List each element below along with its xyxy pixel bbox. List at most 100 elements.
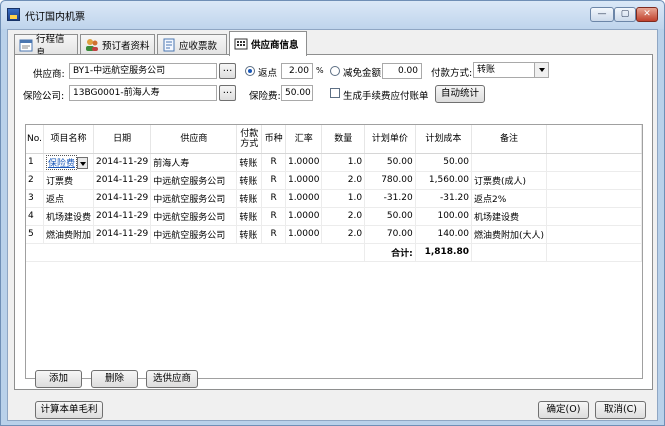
cell-cost[interactable]: 50.00 — [415, 153, 472, 172]
cell-rate[interactable]: 1.0000 — [285, 189, 323, 208]
table-row[interactable]: 3 返点 2014-11-29 中远航空服务公司 转账 R 1.0000 1.0… — [26, 189, 642, 208]
cell-pay[interactable]: 转账 — [236, 207, 263, 226]
calc-margin-button[interactable]: 计算本单毛利 — [35, 401, 103, 419]
cell-note[interactable] — [471, 153, 548, 172]
chevron-down-icon[interactable] — [534, 63, 548, 77]
cell-qty[interactable]: 2.0 — [321, 225, 366, 244]
cell-price[interactable]: 50.00 — [364, 207, 416, 226]
insurance-fee-field[interactable]: 50.00 — [281, 85, 313, 101]
title-bar[interactable]: 代订国内机票 — ▢ ✕ — [1, 1, 664, 29]
cell-date[interactable]: 2014-11-29 — [93, 207, 152, 226]
cell-note[interactable]: 机场建设费 — [471, 207, 548, 226]
cell-price[interactable]: 70.00 — [364, 225, 416, 244]
col-header-date[interactable]: 日期 — [93, 125, 152, 154]
discount-radio[interactable] — [330, 66, 340, 76]
tab-receivable[interactable]: 应收票款 — [157, 34, 227, 55]
col-header-currency[interactable]: 币种 — [261, 125, 286, 154]
table-row[interactable]: 1 保险费 2014-11-29 前海人寿 转账 R 1.0000 1.0 50… — [26, 153, 642, 172]
rebate-radio[interactable] — [245, 66, 255, 76]
cell-price[interactable]: 50.00 — [364, 153, 416, 172]
cell-date[interactable]: 2014-11-29 — [93, 171, 152, 190]
cell-rate[interactable]: 1.0000 — [285, 225, 323, 244]
dialog-window: 代订国内机票 — ▢ ✕ 行程信息 预订者资料 应收票款 — [0, 0, 665, 426]
cell-pay[interactable]: 转账 — [236, 189, 263, 208]
cell-currency[interactable]: R — [261, 189, 286, 208]
cell-no: 4 — [26, 207, 44, 226]
cell-item-editor[interactable]: 保险费 — [43, 153, 94, 172]
cell-note[interactable]: 燃油费附加(大人) — [471, 225, 548, 244]
cell-currency[interactable]: R — [261, 225, 286, 244]
cell-rate[interactable]: 1.0000 — [285, 171, 323, 190]
cell-qty[interactable]: 2.0 — [321, 207, 366, 226]
delete-button[interactable]: 删除 — [91, 370, 138, 388]
rebate-field[interactable]: 2.00 — [281, 63, 313, 79]
receivable-icon — [162, 38, 176, 52]
insurer-field[interactable]: 13BG0001-前海人寿 — [69, 85, 217, 101]
cell-pay[interactable]: 转账 — [236, 171, 263, 190]
cell-item[interactable]: 机场建设费 — [43, 207, 94, 226]
col-header-pay[interactable]: 付款 方式 — [236, 125, 263, 154]
tab-supplier[interactable]: 供应商信息 — [229, 31, 307, 56]
tab-booker[interactable]: 预订者资料 — [80, 34, 155, 55]
insurer-browse-button[interactable]: ... — [219, 85, 236, 101]
select-supplier-button[interactable]: 选供应商 — [146, 370, 198, 388]
col-header-price[interactable]: 计划单价 — [364, 125, 416, 154]
table-row[interactable]: 2 订票费 2014-11-29 中远航空服务公司 转账 R 1.0000 2.… — [26, 171, 642, 190]
supplier-field[interactable]: BY1-中远航空服务公司 — [69, 63, 217, 79]
cell-currency[interactable]: R — [261, 153, 286, 172]
tab-itinerary[interactable]: 行程信息 — [14, 34, 78, 59]
col-header-no[interactable]: No. — [26, 125, 44, 154]
cell-cost[interactable]: 1,560.00 — [415, 171, 472, 190]
cell-rate[interactable]: 1.0000 — [285, 207, 323, 226]
add-button[interactable]: 添加 — [35, 370, 82, 388]
cell-currency[interactable]: R — [261, 207, 286, 226]
cell-item[interactable]: 燃油费附加 — [43, 225, 94, 244]
cell-item[interactable]: 返点 — [43, 189, 94, 208]
cell-cost[interactable]: -31.20 — [415, 189, 472, 208]
cell-item[interactable]: 保险费 — [45, 154, 77, 170]
col-header-note[interactable]: 备注 — [471, 125, 548, 154]
payment-select[interactable]: 转账 — [473, 62, 549, 78]
close-button[interactable]: ✕ — [636, 7, 658, 22]
cancel-button[interactable]: 取消(C) — [595, 401, 646, 419]
col-header-item[interactable]: 项目名称 — [43, 125, 94, 154]
cell-qty[interactable]: 2.0 — [321, 171, 366, 190]
cell-supplier[interactable]: 中远航空服务公司 — [150, 171, 238, 190]
col-header-rate[interactable]: 汇率 — [285, 125, 323, 154]
cell-rate[interactable]: 1.0000 — [285, 153, 323, 172]
cell-supplier[interactable]: 中远航空服务公司 — [150, 189, 238, 208]
gen-fee-checkbox[interactable] — [330, 88, 340, 98]
cell-pay[interactable]: 转账 — [236, 225, 263, 244]
cell-supplier[interactable]: 中远航空服务公司 — [150, 225, 238, 244]
cell-cost[interactable]: 100.00 — [415, 207, 472, 226]
cell-price[interactable]: -31.20 — [364, 189, 416, 208]
cell-filler — [546, 153, 642, 172]
ok-button[interactable]: 确定(O) — [538, 401, 589, 419]
cell-date[interactable]: 2014-11-29 — [93, 189, 152, 208]
col-header-qty[interactable]: 数量 — [321, 125, 366, 154]
cell-currency[interactable]: R — [261, 171, 286, 190]
maximize-button[interactable]: ▢ — [614, 7, 636, 22]
table-row[interactable]: 5 燃油费附加 2014-11-29 中远航空服务公司 转账 R 1.0000 … — [26, 225, 642, 244]
table-row[interactable]: 4 机场建设费 2014-11-29 中远航空服务公司 转账 R 1.0000 … — [26, 207, 642, 226]
cell-pay[interactable]: 转账 — [236, 153, 263, 172]
cell-date[interactable]: 2014-11-29 — [93, 153, 152, 172]
discount-field[interactable]: 0.00 — [382, 63, 422, 79]
cell-note[interactable]: 订票费(成人) — [471, 171, 548, 190]
cell-supplier[interactable]: 前海人寿 — [150, 153, 238, 172]
cell-supplier[interactable]: 中远航空服务公司 — [150, 207, 238, 226]
col-header-supplier[interactable]: 供应商 — [150, 125, 238, 154]
rebate-unit: % — [316, 66, 324, 75]
cell-item[interactable]: 订票费 — [43, 171, 94, 190]
cell-note[interactable]: 返点2% — [471, 189, 548, 208]
minimize-button[interactable]: — — [590, 7, 614, 22]
supplier-browse-button[interactable]: ... — [219, 63, 236, 79]
cell-qty[interactable]: 1.0 — [321, 189, 366, 208]
cell-qty[interactable]: 1.0 — [321, 153, 366, 172]
auto-stat-button[interactable]: 自动统计 — [435, 85, 485, 103]
chevron-down-icon[interactable] — [76, 157, 88, 169]
cell-price[interactable]: 780.00 — [364, 171, 416, 190]
col-header-cost[interactable]: 计划成本 — [415, 125, 472, 154]
cell-cost[interactable]: 140.00 — [415, 225, 472, 244]
cell-date[interactable]: 2014-11-29 — [93, 225, 152, 244]
